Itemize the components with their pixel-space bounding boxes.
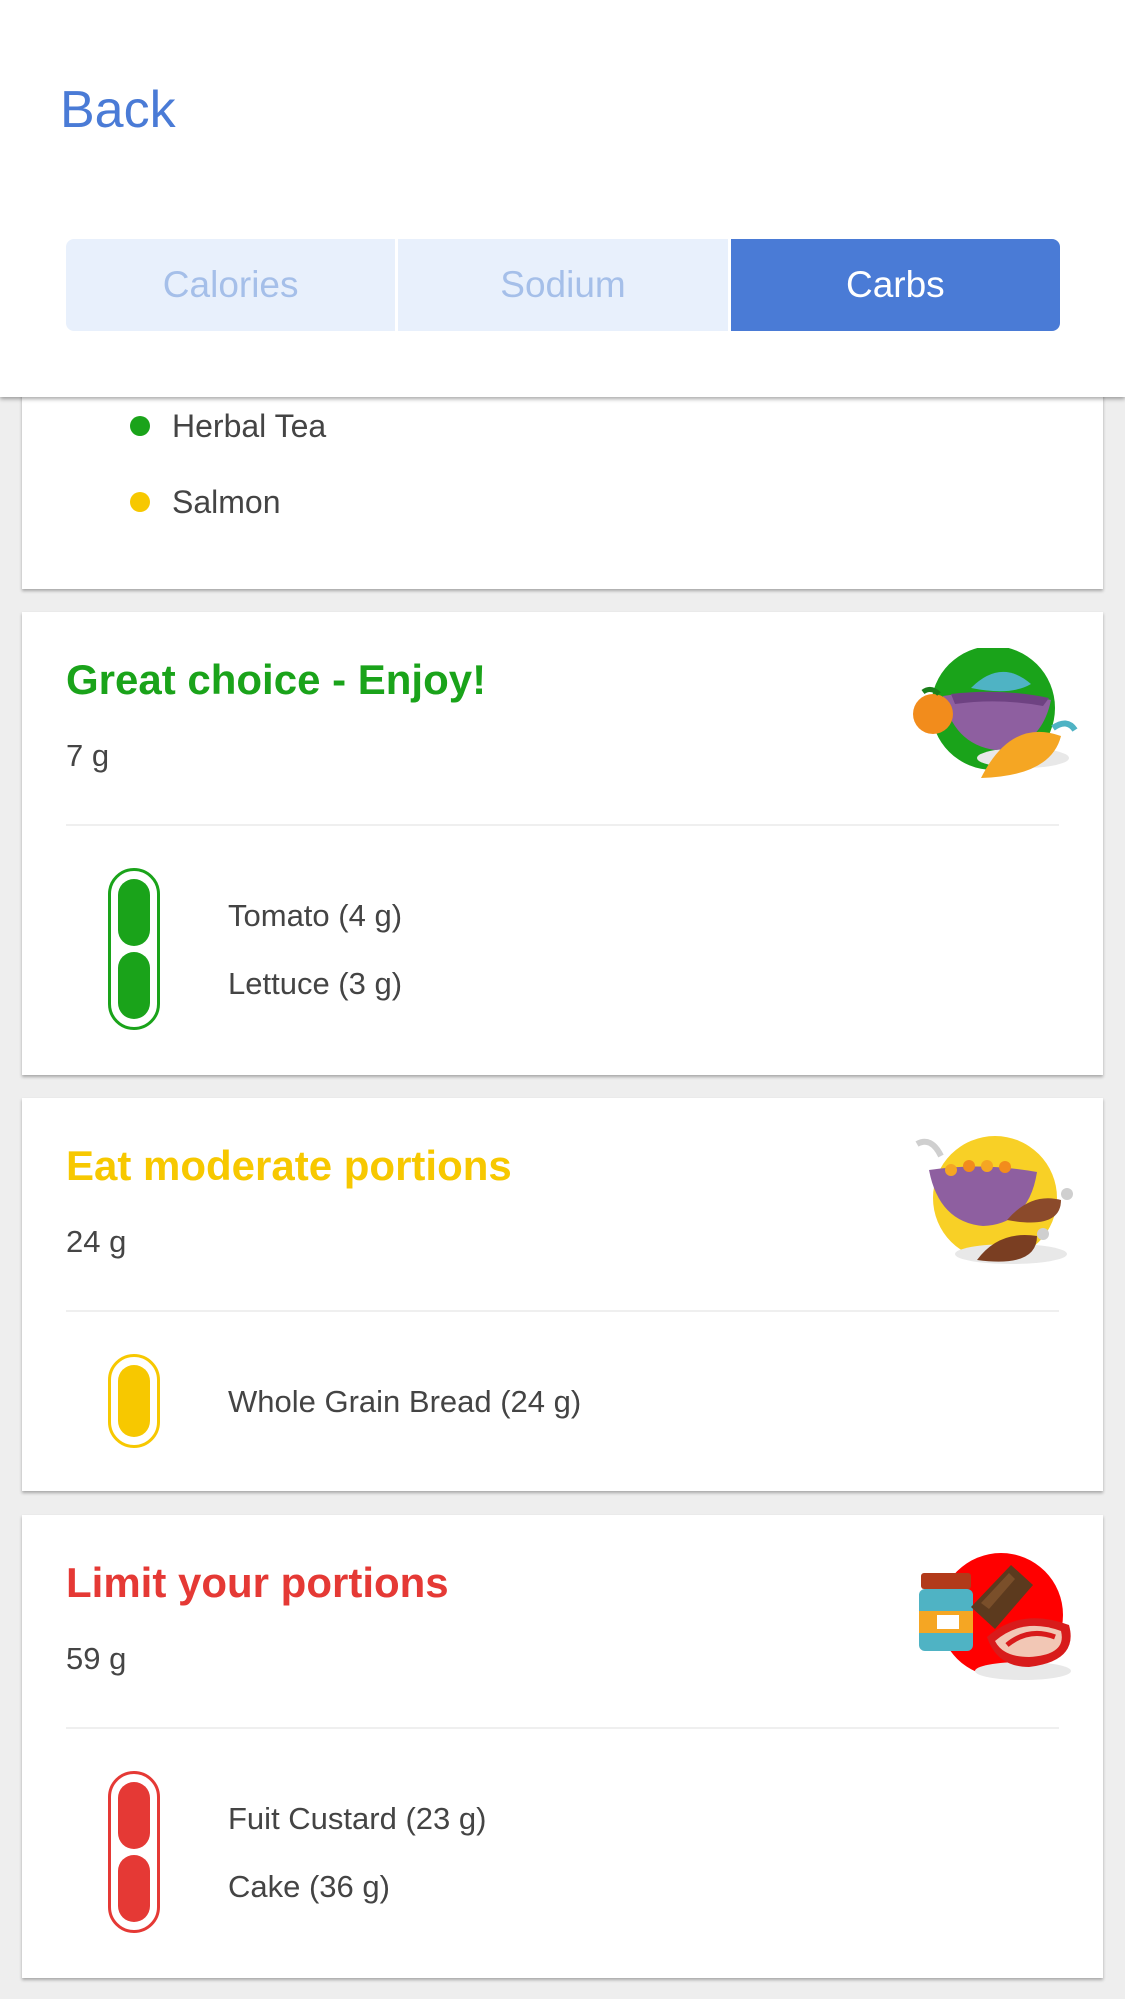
tab-calories[interactable]: Calories [66,239,396,331]
food-item: Fuit Custard (23 g) [228,1801,487,1836]
tab-bar: Calories Sodium Carbs [66,239,1060,331]
yellow-dot-icon [130,492,150,512]
tab-sodium[interactable]: Sodium [395,239,728,331]
amount-indicator [108,1354,160,1448]
bowl-chicken-icon [915,1136,1073,1264]
list-item: Salmon [130,482,281,522]
amount-indicator [108,868,160,1030]
list-item-label: Salmon [172,483,281,520]
food-item: Lettuce (3 g) [228,966,403,1001]
list-item: Herbal Tea [130,406,326,446]
back-button[interactable]: Back [60,80,176,140]
card-amount: 24 g [66,1224,127,1259]
great-choice-card: Great choice - Enjoy! 7 g Tomato (4 g) L… [22,612,1103,1075]
card-amount: 7 g [66,738,110,773]
divider [66,1727,1059,1729]
card-title: Eat moderate portions [66,1142,512,1189]
card-amount: 59 g [66,1641,127,1676]
junk-food-icon [919,1553,1071,1680]
food-item: Whole Grain Bread (24 g) [228,1384,582,1419]
green-dot-icon [130,416,150,436]
food-item: Cake (36 g) [228,1869,390,1904]
amount-indicator [108,1771,160,1933]
divider [66,824,1059,826]
top-list-card: Herbal Tea Salmon [22,380,1103,589]
limit-card: Limit your portions 59 g Fuit Custard (2… [22,1515,1103,1978]
veggie-bowl-icon [913,648,1078,778]
moderate-card: Eat moderate portions 24 g Whole Grain B… [22,1098,1103,1491]
tab-carbs[interactable]: Carbs [727,239,1060,331]
header: Back Calories Sodium Carbs [0,0,1125,397]
card-title: Limit your portions [66,1559,449,1606]
list-item-label: Herbal Tea [172,407,327,444]
food-item: Tomato (4 g) [228,898,403,933]
card-title: Great choice - Enjoy! [66,656,487,703]
divider [66,1310,1059,1312]
